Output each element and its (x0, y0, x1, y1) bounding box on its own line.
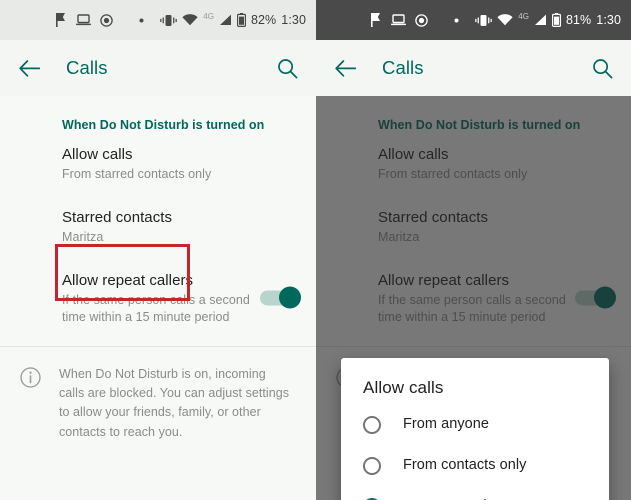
status-bar-right-icons: 4G 82% 1:30 (139, 13, 306, 27)
allow-calls-dialog: Allow calls From anyone From contacts on… (341, 358, 609, 500)
back-arrow-icon[interactable] (14, 53, 44, 83)
info-text: When Do Not Disturb is on, incoming call… (59, 366, 290, 439)
page-title: Calls (382, 57, 424, 78)
battery-percent: 81% (565, 13, 592, 27)
dialog-option-label: From contacts only (403, 457, 527, 473)
repeat-callers-toggle[interactable] (260, 286, 301, 309)
row-subtitle: From starred contacts only (62, 167, 212, 181)
radio-icon[interactable] (363, 457, 381, 475)
vibrate-icon (160, 14, 178, 27)
search-icon[interactable] (587, 53, 617, 83)
row-subtitle: Maritza (62, 229, 104, 244)
dialog-option-from-starred-contacts-only[interactable]: From starred contacts only (341, 486, 609, 500)
flag-icon (56, 13, 67, 27)
status-bar-left-icons (371, 13, 429, 27)
setting-row-allow-repeat-callers[interactable]: Allow repeat callers If the same person … (0, 258, 316, 338)
battery-icon (551, 13, 561, 27)
dialog-option-from-contacts-only[interactable]: From contacts only (341, 445, 609, 486)
settings-content: When Do Not Disturb is turned on Allow c… (316, 96, 631, 500)
wifi-icon (497, 14, 513, 26)
setting-row-starred-contacts[interactable]: Starred contacts Maritza (0, 195, 316, 258)
back-arrow-icon[interactable] (330, 53, 360, 83)
laptop-icon (391, 14, 407, 26)
signal-icon (219, 14, 232, 26)
laptop-icon (76, 14, 92, 26)
wifi-icon (182, 14, 198, 26)
row-title: Allow calls (62, 146, 133, 163)
row-subtitle: If the same person calls a second time w… (62, 292, 250, 324)
status-bar-left-icons (56, 13, 114, 27)
signal-icon (534, 14, 547, 26)
info-footer: When Do Not Disturb is on, incoming call… (0, 347, 316, 443)
clock: 1:30 (281, 13, 306, 27)
vibrate-icon (475, 14, 493, 27)
dialog-option-label: From anyone (403, 416, 489, 432)
clock: 1:30 (596, 13, 621, 27)
left-phone-screen: 4G 82% 1:30 Calls When Do Not Disturb is… (0, 0, 316, 500)
row-title: Starred contacts (62, 208, 173, 226)
section-header: When Do Not Disturb is turned on (62, 118, 265, 132)
dot-icon (139, 18, 144, 23)
radio-icon[interactable] (363, 416, 381, 434)
battery-percent: 82% (250, 13, 277, 27)
dialog-option-from-anyone[interactable]: From anyone (341, 404, 609, 445)
status-bar: 4G 81% 1:30 (316, 0, 631, 40)
circled-c-icon (100, 13, 114, 27)
search-icon[interactable] (272, 53, 302, 83)
dot-icon (454, 18, 459, 23)
right-phone-screen: 4G 81% 1:30 Calls When Do Not Di (316, 0, 631, 500)
4g-icon: 4G (203, 12, 214, 21)
flag-icon (371, 13, 382, 27)
dialog-title: Allow calls (363, 378, 444, 397)
status-bar-right-icons: 4G 81% 1:30 (454, 13, 621, 27)
battery-icon (236, 13, 246, 27)
toggle-knob (279, 286, 301, 309)
settings-content: When Do Not Disturb is turned on Allow c… (0, 96, 316, 500)
setting-row-allow-calls[interactable]: Allow calls From starred contacts only (0, 132, 316, 195)
info-icon (20, 365, 41, 443)
4g-icon: 4G (518, 12, 529, 21)
app-bar: Calls (316, 40, 631, 96)
status-bar: 4G 82% 1:30 (0, 0, 316, 40)
row-title: Allow repeat callers (62, 271, 194, 289)
app-bar: Calls (0, 40, 316, 96)
circled-c-icon (415, 13, 429, 27)
dual-screenshot: 4G 82% 1:30 Calls When Do Not Disturb is… (0, 0, 631, 500)
page-title: Calls (66, 57, 108, 78)
